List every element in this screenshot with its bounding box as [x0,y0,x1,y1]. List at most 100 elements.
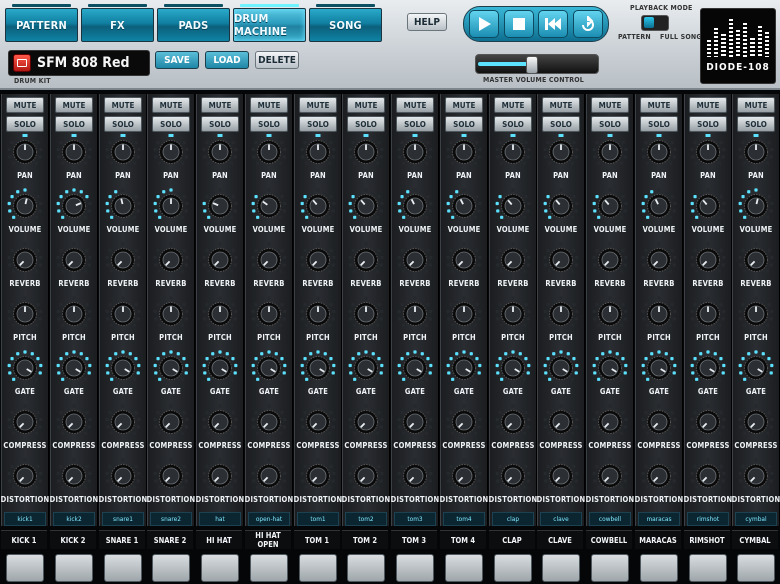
sample-name[interactable]: kick2 [53,512,95,526]
sample-name[interactable]: tom1 [297,512,339,526]
volume-knob[interactable] [55,187,93,223]
sample-name[interactable]: hat [199,512,241,526]
pan-knob[interactable] [152,133,190,169]
trigger-pad[interactable] [542,554,580,582]
pan-knob[interactable] [396,133,434,169]
save-button[interactable]: SAVE [155,51,199,69]
solo-button[interactable]: SOLO [396,116,434,132]
pitch-knob[interactable] [737,295,775,331]
pitch-knob[interactable] [250,295,288,331]
gate-knob[interactable] [6,349,44,385]
reverb-knob[interactable] [201,241,239,277]
reverb-knob[interactable] [689,241,727,277]
volume-knob[interactable] [737,187,775,223]
distortion-knob[interactable] [396,457,434,493]
distortion-knob[interactable] [299,457,337,493]
volume-knob[interactable] [299,187,337,223]
compress-knob[interactable] [347,403,385,439]
trigger-pad[interactable] [201,554,239,582]
reverb-knob[interactable] [347,241,385,277]
pitch-knob[interactable] [201,295,239,331]
distortion-knob[interactable] [201,457,239,493]
compress-knob[interactable] [55,403,93,439]
gate-knob[interactable] [201,349,239,385]
mute-button[interactable]: MUTE [201,97,239,113]
mute-button[interactable]: MUTE [104,97,142,113]
pan-knob[interactable] [737,133,775,169]
reverb-knob[interactable] [737,241,775,277]
pan-knob[interactable] [591,133,629,169]
compress-knob[interactable] [445,403,483,439]
tab-fx[interactable]: FX [81,4,154,42]
volume-knob[interactable] [445,187,483,223]
pitch-knob[interactable] [445,295,483,331]
trigger-pad[interactable] [445,554,483,582]
distortion-knob[interactable] [737,457,775,493]
distortion-knob[interactable] [591,457,629,493]
reverb-knob[interactable] [55,241,93,277]
pan-knob[interactable] [494,133,532,169]
rewind-button[interactable] [538,10,569,38]
reverb-knob[interactable] [396,241,434,277]
trigger-pad[interactable] [6,554,44,582]
load-button[interactable]: LOAD [205,51,249,69]
mute-button[interactable]: MUTE [299,97,337,113]
solo-button[interactable]: SOLO [6,116,44,132]
pan-knob[interactable] [299,133,337,169]
pan-knob[interactable] [640,133,678,169]
mute-button[interactable]: MUTE [737,97,775,113]
gate-knob[interactable] [396,349,434,385]
pitch-knob[interactable] [104,295,142,331]
sample-name[interactable]: cowbell [589,512,631,526]
distortion-knob[interactable] [152,457,190,493]
mute-button[interactable]: MUTE [591,97,629,113]
gate-knob[interactable] [152,349,190,385]
pitch-knob[interactable] [396,295,434,331]
sample-name[interactable]: snare1 [102,512,144,526]
compress-knob[interactable] [299,403,337,439]
pan-knob[interactable] [55,133,93,169]
tab-song[interactable]: SONG [309,4,382,42]
mute-button[interactable]: MUTE [494,97,532,113]
sample-name[interactable]: open-hat [248,512,290,526]
gate-knob[interactable] [689,349,727,385]
volume-knob[interactable] [250,187,288,223]
mute-button[interactable]: MUTE [445,97,483,113]
solo-button[interactable]: SOLO [55,116,93,132]
tab-drum-machine[interactable]: DRUM MACHINE [233,4,306,42]
trigger-pad[interactable] [347,554,385,582]
compress-knob[interactable] [104,403,142,439]
gate-knob[interactable] [104,349,142,385]
sample-name[interactable]: clap [492,512,534,526]
distortion-knob[interactable] [542,457,580,493]
volume-knob[interactable] [542,187,580,223]
mute-button[interactable]: MUTE [55,97,93,113]
compress-knob[interactable] [689,403,727,439]
stop-button[interactable] [503,10,534,38]
reverb-knob[interactable] [445,241,483,277]
pan-knob[interactable] [6,133,44,169]
volume-knob[interactable] [396,187,434,223]
trigger-pad[interactable] [591,554,629,582]
trigger-pad[interactable] [640,554,678,582]
volume-knob[interactable] [640,187,678,223]
pan-knob[interactable] [201,133,239,169]
trigger-pad[interactable] [55,554,93,582]
solo-button[interactable]: SOLO [445,116,483,132]
pan-knob[interactable] [689,133,727,169]
trigger-pad[interactable] [299,554,337,582]
tab-pattern[interactable]: PATTERN [5,4,78,42]
volume-knob[interactable] [152,187,190,223]
reverb-knob[interactable] [299,241,337,277]
volume-knob[interactable] [6,187,44,223]
gate-knob[interactable] [737,349,775,385]
loop-button[interactable] [573,10,604,38]
mute-button[interactable]: MUTE [689,97,727,113]
gate-knob[interactable] [542,349,580,385]
trigger-pad[interactable] [152,554,190,582]
mute-button[interactable]: MUTE [542,97,580,113]
distortion-knob[interactable] [689,457,727,493]
sample-name[interactable]: maracas [638,512,680,526]
reverb-knob[interactable] [542,241,580,277]
distortion-knob[interactable] [445,457,483,493]
